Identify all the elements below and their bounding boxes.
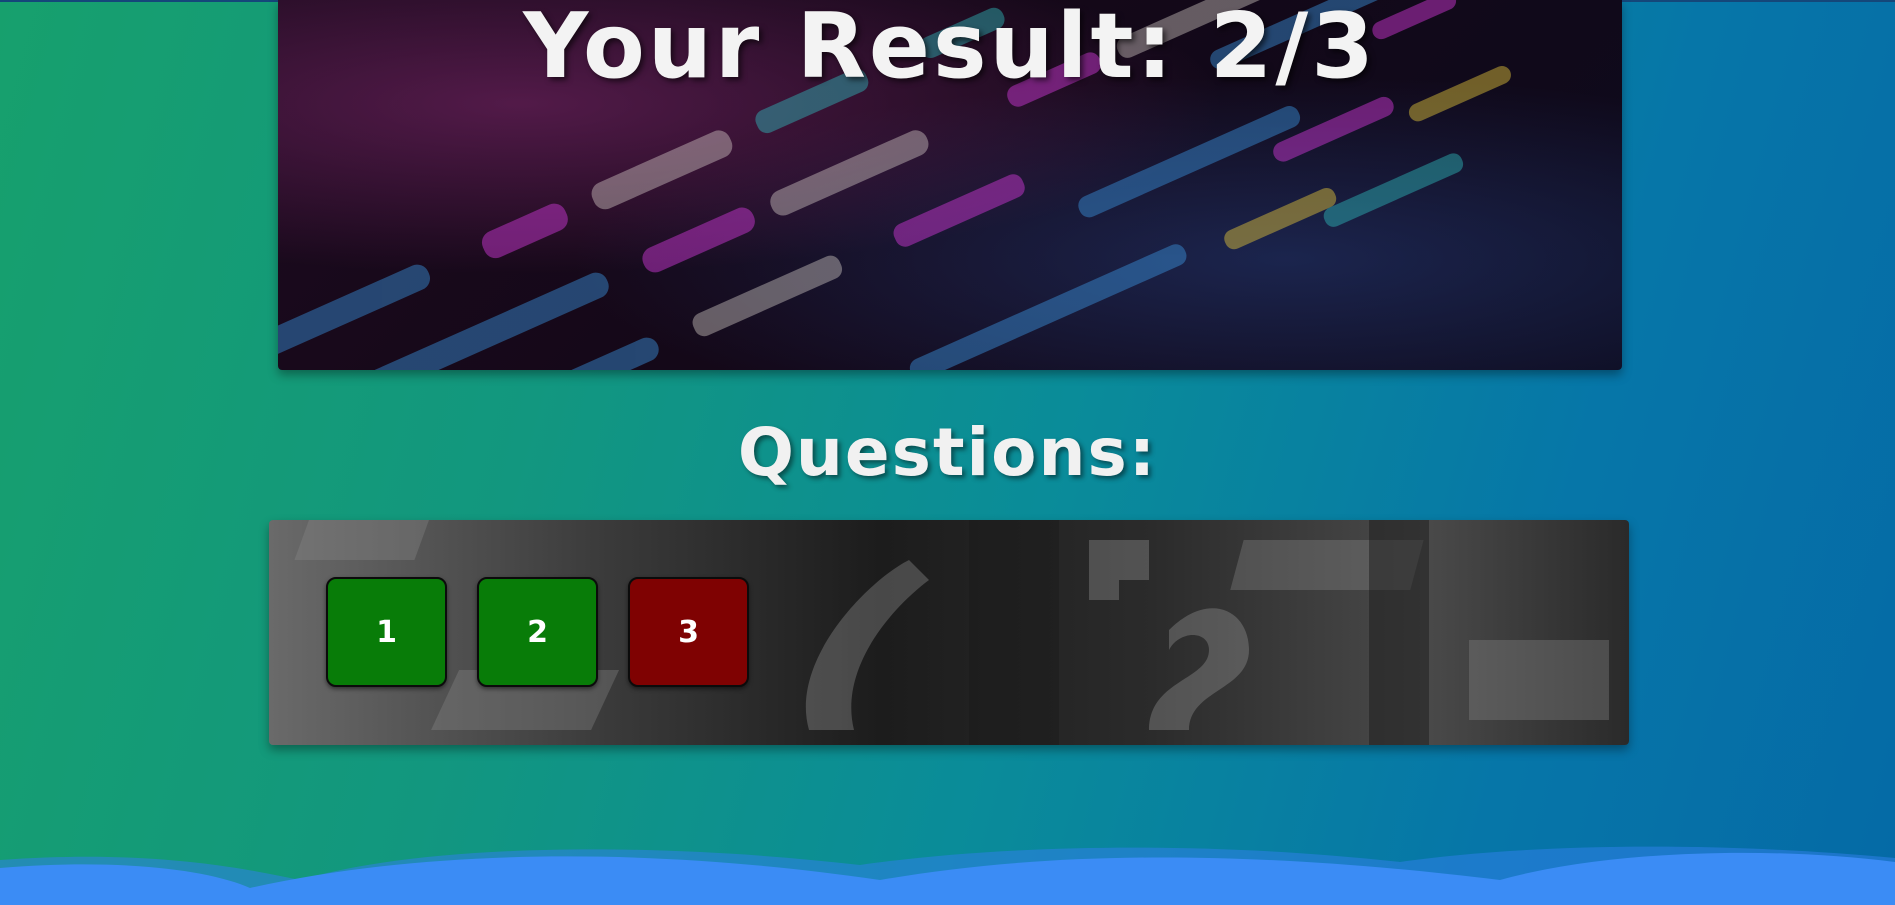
question-buttons: 1 2 3 <box>326 577 749 687</box>
question-3-button[interactable]: 3 <box>628 577 749 687</box>
question-2-button[interactable]: 2 <box>477 577 598 687</box>
question-1-button[interactable]: 1 <box>326 577 447 687</box>
result-title: Your Result: 2/3 <box>523 0 1377 99</box>
questions-heading: Questions: <box>737 414 1158 491</box>
result-banner: Your Result: 2/3 <box>278 0 1622 370</box>
bottom-wave <box>0 846 1895 905</box>
questions-panel: 1 2 3 <box>269 520 1629 745</box>
